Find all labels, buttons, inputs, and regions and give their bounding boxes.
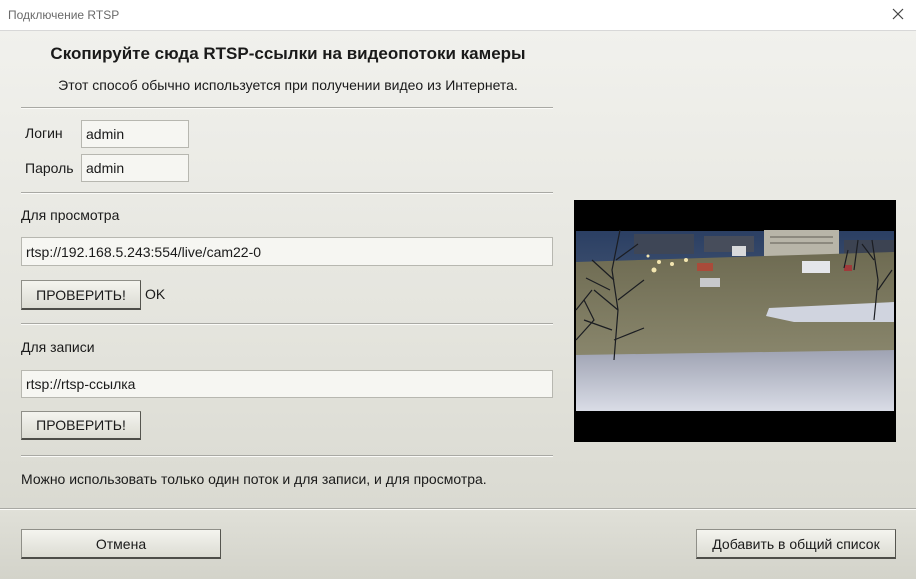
record-stream-label: Для записи [21, 339, 95, 355]
divider [21, 107, 553, 109]
check-view-stream-button[interactable]: ПРОВЕРИТЬ! [21, 280, 141, 310]
close-icon[interactable] [888, 4, 908, 24]
login-label: Логин [25, 125, 63, 141]
login-field[interactable] [81, 120, 189, 148]
view-stream-label: Для просмотра [21, 207, 120, 223]
password-field[interactable] [81, 154, 189, 182]
camera-preview [574, 200, 896, 442]
view-stream-status: OK [145, 286, 166, 302]
view-stream-url-field[interactable] [21, 237, 553, 266]
password-label: Пароль [25, 160, 74, 176]
usage-note: Можно использовать только один поток и д… [21, 471, 487, 487]
divider [21, 323, 553, 325]
title-bar: Подключение RTSP [0, 0, 916, 31]
camera-frame-image [574, 200, 896, 442]
record-stream-url-field[interactable] [21, 370, 553, 398]
check-record-stream-button[interactable]: ПРОВЕРИТЬ! [21, 411, 141, 440]
divider [21, 455, 553, 457]
divider [0, 508, 916, 510]
cancel-button[interactable]: Отмена [21, 529, 221, 559]
dialog-subtitle: Этот способ обычно используется при полу… [58, 77, 518, 93]
add-to-list-button[interactable]: Добавить в общий список [696, 529, 896, 559]
dialog-body: Скопируйте сюда RTSP-ссылки на видеопото… [0, 31, 916, 579]
divider [21, 192, 553, 194]
window-title: Подключение RTSP [8, 8, 120, 22]
dialog-heading: Скопируйте сюда RTSP-ссылки на видеопото… [50, 44, 526, 63]
